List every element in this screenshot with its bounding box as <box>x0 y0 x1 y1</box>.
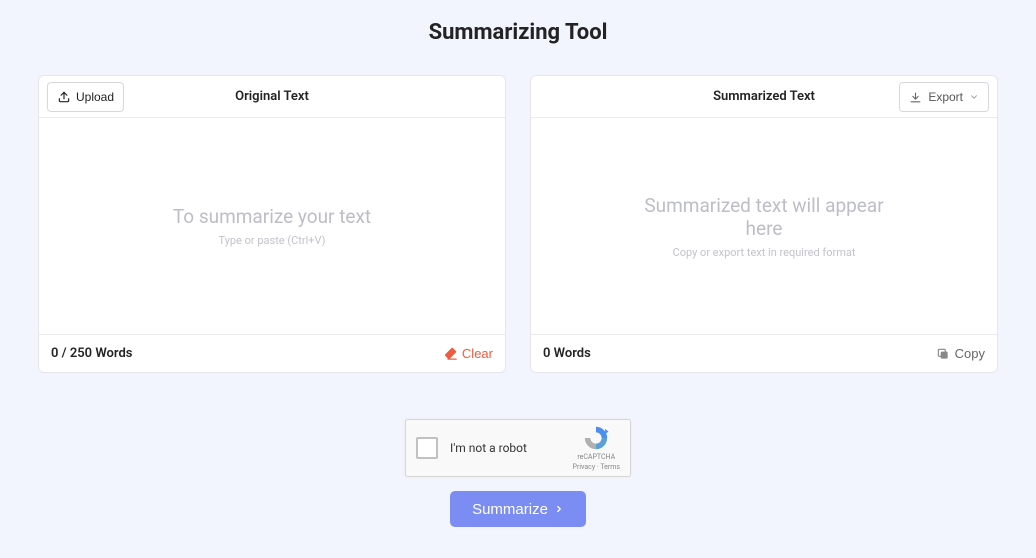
summarized-placeholder-big: Summarized text will appear here <box>634 194 894 240</box>
summarized-word-count: 0 Words <box>543 346 591 361</box>
recaptcha-checkbox[interactable] <box>416 437 438 459</box>
chevron-right-icon <box>554 503 564 515</box>
panels-row: Upload Original Text To summarize your t… <box>0 75 1036 373</box>
copy-label: Copy <box>955 346 985 361</box>
original-placeholder-small: Type or paste (Ctrl+V) <box>219 234 326 247</box>
summarized-text-panel: Summarized Text Export Summari <box>530 75 998 373</box>
summarized-header-title: Summarized Text <box>713 89 815 104</box>
clear-button[interactable]: Clear <box>443 346 493 361</box>
clear-label: Clear <box>462 346 493 361</box>
original-footer: 0 / 250 Words Clear <box>39 334 505 372</box>
original-header-title: Original Text <box>235 89 309 104</box>
recaptcha-container: I'm not a robot reCAPTCHA Privacy · Term… <box>0 419 1036 477</box>
original-word-count: 0 / 250 Words <box>51 346 132 361</box>
export-button[interactable]: Export <box>899 82 989 112</box>
original-panel-header: Upload Original Text <box>39 76 505 118</box>
eraser-icon <box>443 346 458 361</box>
summarized-text-area: Summarized text will appear here Copy or… <box>531 118 997 334</box>
recaptcha-logo-icon <box>582 424 610 453</box>
summarized-placeholder-small: Copy or export text in required format <box>673 246 856 259</box>
summarize-label: Summarize <box>472 501 548 518</box>
recaptcha-brand: reCAPTCHA <box>577 453 615 462</box>
page-title: Summarizing Tool <box>0 0 1036 75</box>
copy-icon <box>936 347 950 361</box>
chevron-down-icon <box>969 92 979 102</box>
summarized-panel-header: Summarized Text Export <box>531 76 997 118</box>
export-label: Export <box>928 90 963 104</box>
original-text-panel: Upload Original Text To summarize your t… <box>38 75 506 373</box>
summarized-footer: 0 Words Copy <box>531 334 997 372</box>
original-text-area[interactable]: To summarize your text Type or paste (Ct… <box>39 118 505 334</box>
recaptcha-branding: reCAPTCHA Privacy · Terms <box>573 424 620 471</box>
upload-label: Upload <box>76 90 114 104</box>
summarize-container: Summarize <box>0 491 1036 527</box>
recaptcha-label: I'm not a robot <box>450 441 573 455</box>
recaptcha-widget: I'm not a robot reCAPTCHA Privacy · Term… <box>405 419 631 477</box>
download-icon <box>909 91 922 104</box>
upload-button[interactable]: Upload <box>47 82 124 112</box>
upload-icon <box>57 90 71 104</box>
summarize-button[interactable]: Summarize <box>450 491 586 527</box>
recaptcha-links[interactable]: Privacy · Terms <box>573 463 620 472</box>
copy-button[interactable]: Copy <box>936 346 985 361</box>
original-placeholder-big: To summarize your text <box>173 205 371 228</box>
